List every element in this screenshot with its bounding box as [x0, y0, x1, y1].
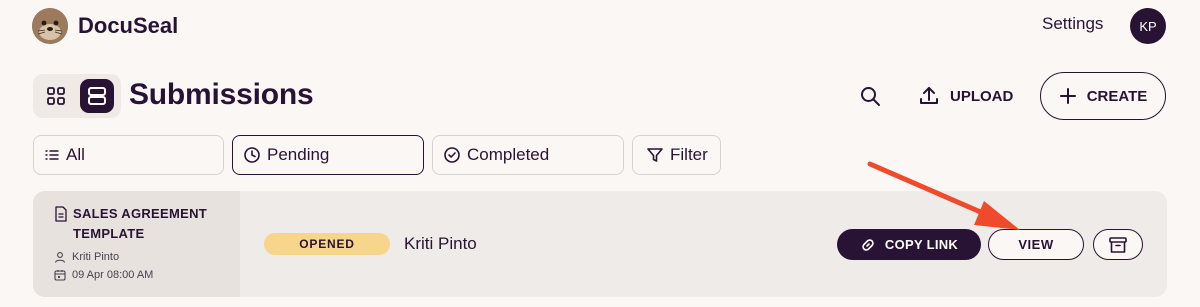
upload-icon — [920, 87, 938, 104]
archive-button[interactable] — [1093, 229, 1143, 260]
otter-logo — [32, 8, 68, 44]
template-name[interactable]: SALES AGREEMENT TEMPLATE — [73, 204, 233, 244]
settings-link[interactable]: Settings — [1042, 14, 1103, 34]
view-toggle — [33, 74, 121, 118]
document-icon — [55, 206, 67, 222]
author-name: Kriti Pinto — [72, 251, 120, 263]
submission-date: 09 Apr 08:00 AM — [72, 269, 154, 281]
author-meta: Kriti Pinto — [54, 251, 119, 263]
annotation-arrow — [867, 161, 1020, 230]
funnel-icon — [647, 148, 663, 162]
list-view-icon[interactable] — [80, 79, 114, 113]
filter-label: Filter — [670, 145, 708, 164]
archive-icon — [1109, 236, 1127, 253]
status-badge: OPENED — [264, 233, 390, 255]
plus-icon — [1059, 88, 1076, 104]
list-icon — [45, 150, 59, 160]
search-icon[interactable] — [854, 80, 886, 112]
page-title: Submissions — [129, 78, 314, 111]
date-meta: 09 Apr 08:00 AM — [54, 269, 153, 281]
signer-name: Kriti Pinto — [404, 234, 477, 253]
upload-button[interactable]: UPLOAD — [918, 80, 1013, 112]
template-info: SALES AGREEMENT TEMPLATE Kriti Pinto 09 … — [33, 191, 240, 297]
filter-all[interactable]: All — [33, 135, 224, 175]
filter-all-label: All — [66, 145, 85, 164]
brand[interactable]: DocuSeal — [32, 8, 178, 44]
grid-view-icon[interactable] — [42, 82, 70, 110]
filter-pending[interactable]: Pending — [232, 135, 424, 175]
filter-pending-label: Pending — [267, 145, 330, 164]
upload-label: UPLOAD — [950, 87, 1014, 105]
filter-completed-label: Completed — [467, 145, 550, 164]
check-circle-icon — [444, 147, 460, 163]
create-button[interactable]: CREATE — [1040, 72, 1166, 120]
clock-icon — [244, 147, 260, 163]
calendar-icon — [54, 270, 66, 281]
filter-button[interactable]: Filter — [632, 135, 721, 175]
filter-completed[interactable]: Completed — [432, 135, 624, 175]
brand-name: DocuSeal — [78, 13, 179, 38]
create-label: CREATE — [1086, 87, 1148, 105]
avatar[interactable]: KP — [1130, 8, 1166, 44]
user-icon — [54, 252, 66, 263]
